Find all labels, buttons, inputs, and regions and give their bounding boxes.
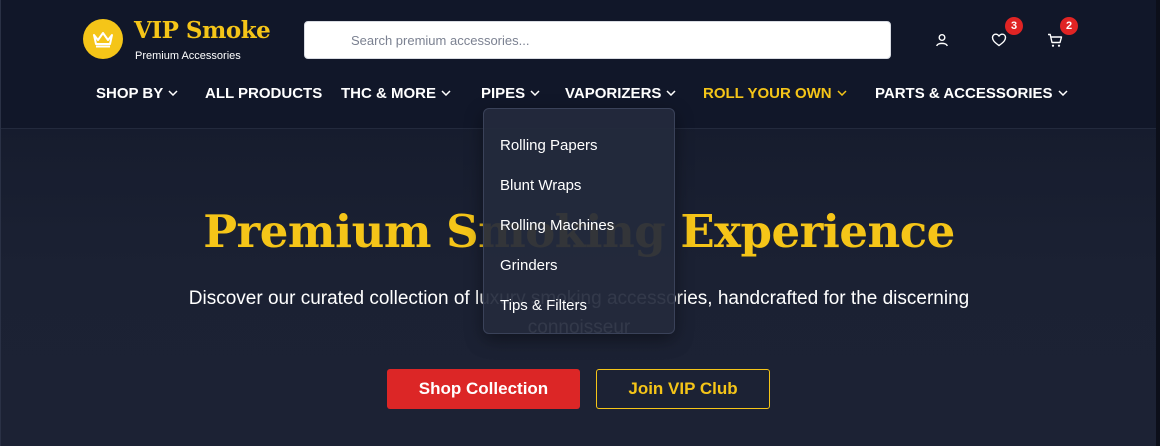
nav-item-roll-your-own[interactable]: ROLL YOUR OWN [703,78,847,108]
wishlist-count-badge: 3 [1005,17,1023,35]
nav-item-label: THC & MORE [341,84,436,102]
chevron-down-icon [441,90,451,96]
search-input[interactable] [351,22,871,58]
chevron-down-icon [837,90,847,96]
brand-tagline: Premium Accessories [135,50,241,62]
logo[interactable] [83,19,123,59]
chevron-down-icon [666,90,676,96]
main-nav: SHOP BY ALL PRODUCTS THC & MORE PIPES VA… [1,78,1157,108]
crown-icon [93,32,113,48]
nav-item-label: PARTS & ACCESSORIES [875,84,1053,102]
user-icon [936,34,948,47]
join-vip-club-button[interactable]: Join VIP Club [596,369,770,409]
nav-item-label: VAPORIZERS [565,84,662,102]
search-bar [304,21,891,59]
roll-your-own-dropdown: Rolling Papers Blunt Wraps Rolling Machi… [483,108,675,334]
chevron-down-icon [1058,90,1068,96]
chevron-down-icon [168,90,178,96]
cart-button[interactable] [1045,30,1065,50]
heart-icon [991,33,1007,47]
nav-item-shop-by[interactable]: SHOP BY [96,78,178,108]
chevron-down-icon [530,90,540,96]
nav-item-thc-more[interactable]: THC & MORE [341,78,451,108]
dropdown-item-grinders[interactable]: Grinders [500,257,558,274]
wishlist-button[interactable] [989,30,1009,50]
nav-item-pipes[interactable]: PIPES [481,78,540,108]
cart-icon [1048,33,1063,47]
nav-item-label: ALL PRODUCTS [205,84,323,102]
nav-item-label: ROLL YOUR OWN [703,84,832,102]
nav-item-all-products[interactable]: ALL PRODUCTS [205,78,322,108]
brand-name[interactable]: VIP Smoke [134,17,271,44]
page: VIP Smoke Premium Accessories 3 2 [0,0,1160,446]
nav-item-parts-accessories[interactable]: PARTS & ACCESSORIES [875,78,1068,108]
cart-count-badge: 2 [1060,17,1078,35]
shop-collection-button[interactable]: Shop Collection [387,369,580,409]
nav-item-label: SHOP BY [96,84,164,102]
dropdown-item-tips-filters[interactable]: Tips & Filters [500,297,587,314]
nav-item-label: PIPES [481,84,526,102]
nav-item-vaporizers[interactable]: VAPORIZERS [565,78,676,108]
scrollbar[interactable] [1156,0,1160,446]
account-button[interactable] [932,30,952,50]
dropdown-item-rolling-papers[interactable]: Rolling Papers [500,137,598,154]
dropdown-item-blunt-wraps[interactable]: Blunt Wraps [500,177,581,194]
dropdown-item-rolling-machines[interactable]: Rolling Machines [500,217,614,234]
